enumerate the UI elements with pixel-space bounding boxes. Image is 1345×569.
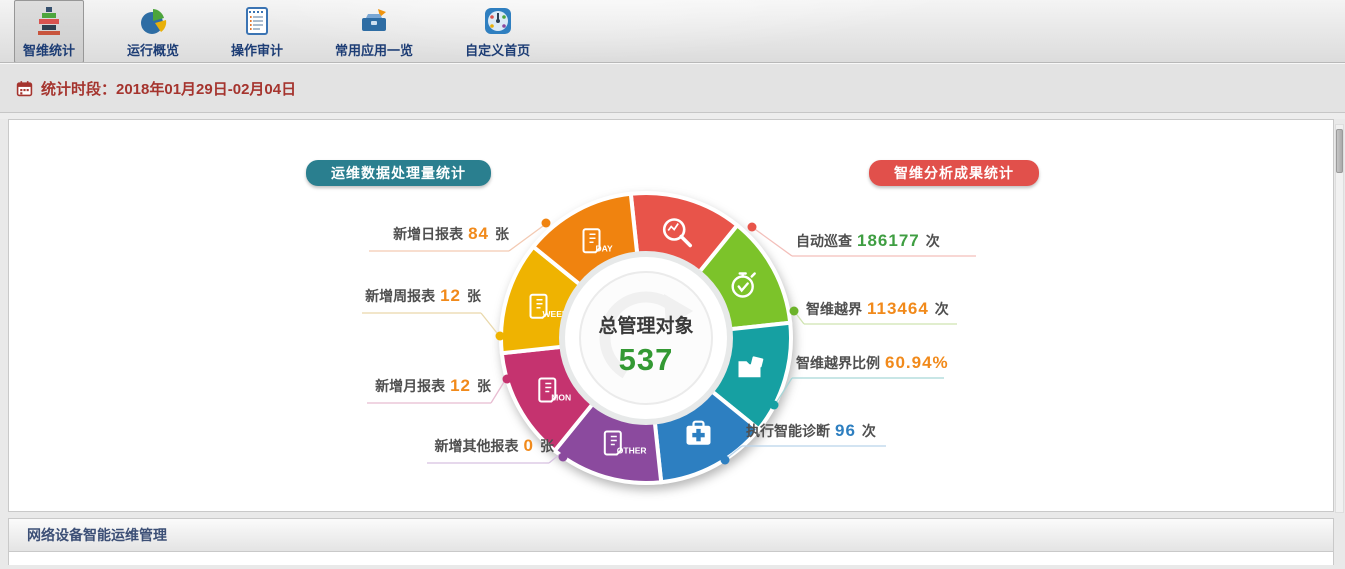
- stat-value: 60.94%: [885, 353, 949, 372]
- period-text: 统计时段：2018年01月29日-02月04日: [41, 78, 296, 99]
- calendar-icon: [16, 80, 33, 97]
- left-chart-title-badge: 运维数据处理量统计: [306, 160, 491, 186]
- toolbar-item-smart-stats[interactable]: 智维统计: [14, 0, 84, 63]
- apps-briefcase-icon: [358, 5, 390, 37]
- toolbar-item-custom-home[interactable]: 自定义首页: [456, 0, 539, 63]
- stat-crossing-ratio: 智维越界比例 60.94%: [796, 353, 955, 373]
- stat-label: 新增周报表: [365, 288, 435, 304]
- next-panel-strip: [8, 552, 1334, 565]
- stat-value: 186177: [857, 231, 920, 250]
- toolbar-item-label: 运行概览: [127, 40, 179, 59]
- stat-unit: 张: [495, 226, 509, 242]
- stat-new-other-reports: 新增其他报表 0张: [435, 436, 554, 456]
- custom-home-icon: [482, 5, 514, 37]
- toolbar-item-run-overview[interactable]: 运行概览: [118, 0, 188, 63]
- center-value: 537: [619, 342, 674, 377]
- stat-unit: 张: [467, 288, 481, 304]
- stat-value: 96: [835, 421, 856, 440]
- stat-label: 执行智能诊断: [746, 423, 830, 439]
- stat-label: 智维越界比例: [796, 355, 880, 371]
- donut-infographic: OTHERMONWEEKDAY 总管理对象 537: [9, 120, 1333, 511]
- stat-label: 新增其他报表: [435, 438, 519, 454]
- toolbar-item-operation-audit[interactable]: 操作审计: [222, 0, 292, 63]
- stat-value: 12: [440, 286, 461, 305]
- audit-log-icon: [241, 5, 273, 37]
- toolbar-item-common-apps[interactable]: 常用应用一览: [326, 0, 422, 63]
- stat-value: 12: [450, 376, 471, 395]
- toolbar-item-label: 操作审计: [231, 40, 283, 59]
- section-header-network-devices[interactable]: 网络设备智能运维管理: [8, 518, 1334, 552]
- toolbar-item-label: 智维统计: [23, 40, 75, 59]
- vertical-scrollbar[interactable]: [1335, 124, 1344, 513]
- svg-text:OTHER: OTHER: [617, 446, 647, 456]
- scrollbar-thumb[interactable]: [1336, 129, 1343, 173]
- stat-value: 0: [524, 436, 534, 455]
- dashboard-page: 智维统计 运行概览 操作审计: [0, 0, 1345, 565]
- toolbar-item-label: 常用应用一览: [335, 40, 413, 59]
- toolbar-item-label: 自定义首页: [465, 40, 530, 59]
- stat-new-monthly-reports: 新增月报表 12 张: [375, 376, 491, 396]
- stat-unit: 次: [862, 423, 876, 439]
- stat-unit: 张: [477, 378, 491, 394]
- svg-text:MON: MON: [551, 393, 571, 403]
- right-chart-title-badge: 智维分析成果统计: [869, 160, 1039, 186]
- stat-label: 智维越界: [806, 301, 862, 317]
- stat-auto-inspections: 自动巡查 186177 次: [796, 231, 940, 251]
- center-label: 总管理对象: [598, 314, 693, 337]
- stat-label: 新增月报表: [375, 378, 445, 394]
- stat-new-daily-reports: 新增日报表 84 张: [393, 224, 509, 244]
- stat-label: 自动巡查: [796, 233, 852, 249]
- stat-threshold-crossings: 智维越界 113464 次: [806, 299, 949, 319]
- svg-text:DAY: DAY: [596, 243, 613, 253]
- stat-new-weekly-reports: 新增周报表 12 张: [365, 286, 481, 306]
- pie-overview-icon: [137, 5, 169, 37]
- top-toolbar: 智维统计 运行概览 操作审计: [0, 0, 1345, 63]
- stats-blocks-icon: [33, 5, 65, 37]
- stat-unit: 张: [540, 438, 554, 454]
- stat-unit: 次: [935, 301, 949, 317]
- stat-label: 新增日报表: [393, 226, 463, 242]
- period-bar: 统计时段：2018年01月29日-02月04日: [0, 63, 1345, 113]
- stat-value: 84: [468, 224, 489, 243]
- statistics-panel: OTHERMONWEEKDAY 总管理对象 537 运维数据处理量统计 智维分析…: [8, 119, 1334, 512]
- stat-smart-diagnostics: 执行智能诊断 96 次: [746, 421, 876, 441]
- stat-value: 113464: [867, 299, 929, 318]
- stat-unit: 次: [926, 233, 940, 249]
